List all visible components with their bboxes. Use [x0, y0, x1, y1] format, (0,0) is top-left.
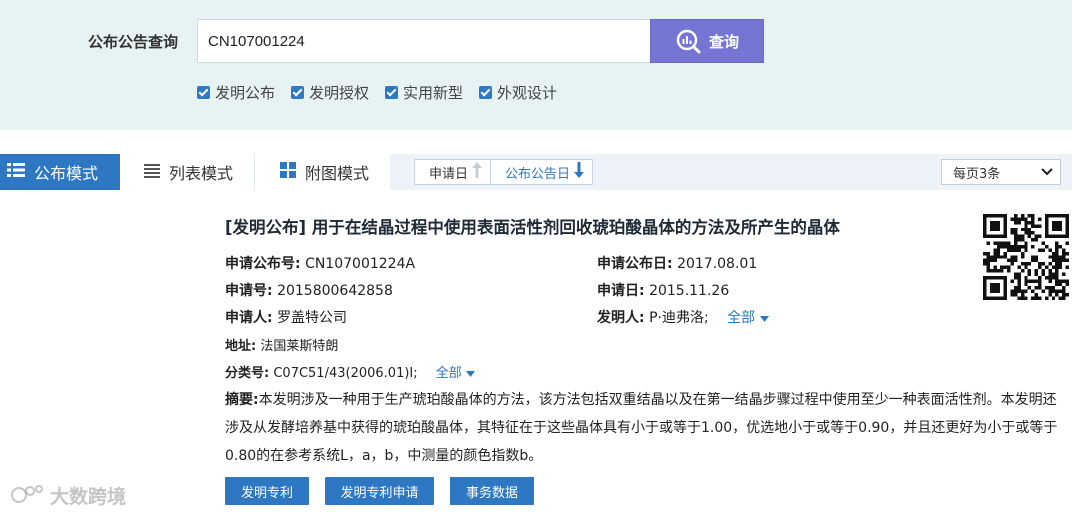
sort-by-publication-date[interactable]: 公布公告日 — [490, 160, 592, 184]
checkbox-checked-icon[interactable] — [291, 86, 305, 99]
abstract-label: 摘要: — [225, 392, 259, 408]
per-page-select[interactable]: 每页3条 — [941, 159, 1061, 185]
list-bullet-icon — [7, 162, 25, 182]
invention-patent-button[interactable]: 发明专利 — [225, 477, 309, 505]
search-input[interactable] — [197, 19, 651, 63]
list-lines-icon — [144, 163, 160, 182]
tab-label: 列表模式 — [169, 164, 234, 183]
field-value: P·迪弗洛; — [649, 310, 709, 326]
field-value: 2015800642858 — [277, 283, 393, 299]
mode-bar: 公布模式 列表模式 附图模式 申请日 公布公告日 每页3条 — [0, 154, 1072, 190]
watermark-text: 大数跨境 — [50, 486, 127, 508]
inventor-show-all[interactable]: 全部 — [727, 310, 769, 326]
checkbox-checked-icon[interactable] — [385, 86, 399, 99]
filter-label: 实用新型 — [403, 84, 464, 102]
field-label: 分类号: — [225, 366, 270, 381]
tab-publication-mode[interactable]: 公布模式 — [0, 154, 120, 190]
field-value: 法国莱斯特朗 — [260, 339, 339, 354]
field-label: 发明人: — [597, 310, 645, 326]
abstract: 摘要:本发明涉及一种用于生产琥珀酸晶体的方法，该方法包括双重结晶以及在第一结晶步… — [225, 386, 1070, 470]
abstract-text: 本发明涉及一种用于生产琥珀酸晶体的方法，该方法包括双重结晶以及在第一结晶步骤过程… — [225, 392, 1058, 464]
filter-invention-grant[interactable]: 发明授权 — [291, 82, 369, 103]
sort-label: 申请日 — [429, 166, 469, 182]
field-label: 申请公布日: — [597, 256, 673, 272]
field-value: CN107001224A — [305, 256, 416, 272]
field-publication-number: 申请公布号: CN107001224A — [225, 253, 415, 273]
search-icon — [675, 28, 701, 54]
field-application-number: 申请号: 2015800642858 — [225, 280, 393, 300]
qr-code — [983, 214, 1069, 300]
invention-application-button[interactable]: 发明专利申请 — [325, 477, 434, 505]
show-all-label: 全部 — [435, 366, 462, 381]
classification-show-all[interactable]: 全部 — [436, 366, 475, 381]
show-all-label: 全部 — [727, 310, 756, 326]
watermark: 大数跨境 — [10, 482, 126, 509]
search-button-label: 查询 — [708, 32, 739, 51]
sort-label: 公布公告日 — [505, 166, 571, 182]
tab-list-mode[interactable]: 列表模式 — [120, 154, 255, 190]
field-applicant: 申请人: 罗盖特公司 — [225, 307, 347, 327]
field-value: 2017.08.01 — [677, 256, 758, 272]
checkbox-checked-icon[interactable] — [479, 86, 493, 99]
search-button[interactable]: 查询 — [650, 19, 764, 63]
sort-by-application-date[interactable]: 申请日 — [415, 160, 490, 184]
filter-label: 发明公布 — [215, 84, 276, 102]
filter-label: 外观设计 — [497, 84, 558, 102]
result-title[interactable]: [发明公布] 用于在结晶过程中使用表面活性剂回收琥珀酸晶体的方法及所产生的晶体 — [225, 214, 840, 238]
tab-label: 公布模式 — [34, 164, 99, 183]
tab-figure-mode[interactable]: 附图模式 — [255, 154, 390, 190]
field-inventor: 发明人: P·迪弗洛; 全部 — [597, 307, 769, 327]
arrow-up-icon — [472, 162, 483, 182]
transaction-data-button[interactable]: 事务数据 — [450, 477, 534, 505]
filter-invention-publication[interactable]: 发明公布 — [197, 82, 275, 103]
arrow-down-icon — [574, 162, 585, 182]
field-address: 地址: 法国莱斯特朗 — [225, 335, 338, 354]
search-label: 公布公告查询 — [88, 33, 179, 51]
field-value: 2015.11.26 — [649, 283, 730, 299]
field-label: 申请号: — [225, 283, 273, 299]
sort-group: 申请日 公布公告日 — [414, 159, 594, 185]
type-filters: 发明公布 发明授权 实用新型 外观设计 — [197, 82, 561, 103]
field-label: 申请人: — [225, 310, 273, 326]
per-page-value: 每页3条 — [953, 166, 1001, 182]
field-label: 申请日: — [597, 283, 645, 299]
field-publication-date: 申请公布日: 2017.08.01 — [597, 253, 757, 273]
field-value: C07C51/43(2006.01)I; — [273, 366, 418, 381]
caret-down-icon — [465, 366, 475, 381]
field-application-date: 申请日: 2015.11.26 — [597, 280, 729, 300]
field-classification: 分类号: C07C51/43(2006.01)I; 全部 — [225, 362, 475, 381]
filter-label: 发明授权 — [309, 84, 370, 102]
caret-down-icon — [759, 310, 769, 326]
chevron-down-icon — [1041, 165, 1053, 180]
search-panel: 公布公告查询 查询 发明公布 发明授权 实用新型 外观设 — [0, 0, 1072, 130]
watermark-logo-icon — [10, 482, 44, 509]
checkbox-checked-icon[interactable] — [197, 86, 210, 99]
tab-label: 附图模式 — [305, 164, 370, 183]
field-label: 地址: — [225, 339, 257, 354]
filter-utility-model[interactable]: 实用新型 — [385, 82, 463, 103]
filter-design[interactable]: 外观设计 — [479, 82, 557, 103]
field-value: 罗盖特公司 — [277, 310, 348, 326]
grid-icon — [280, 162, 296, 182]
field-label: 申请公布号: — [225, 256, 301, 272]
